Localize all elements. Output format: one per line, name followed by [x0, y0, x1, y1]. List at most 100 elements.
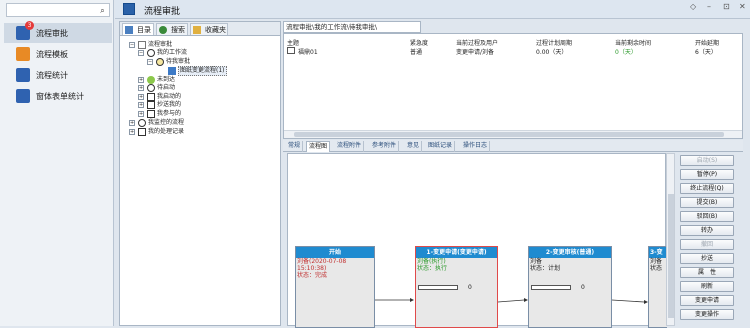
task-grid: 主题 紧急度 当前过程及用户 过程计划周期 当前剩余时间 开始延期 福鼎01 普…: [283, 33, 743, 139]
page-title: 流程审批: [144, 7, 181, 17]
doc-icon: [147, 93, 155, 101]
tab-label: 目录: [137, 26, 151, 34]
detail-tabs: 常规 流程图 流程附件 参考附件 意见 图纸记录 操作日志: [283, 140, 743, 152]
tab-flowchart[interactable]: 流程图: [306, 141, 331, 152]
maximize-button[interactable]: ⊡: [723, 2, 730, 11]
tab-opinions[interactable]: 意见: [405, 141, 423, 152]
magnifier-icon: [159, 26, 167, 34]
workflow-icon: [147, 49, 155, 57]
progress-bar: [531, 285, 571, 290]
flow-node-start[interactable]: 开始 刘备(2020-07-08 15:10:38) 状态：完成: [295, 246, 375, 328]
tab-label: 搜索: [171, 26, 185, 34]
tab-directory[interactable]: 目录: [122, 23, 154, 35]
main-panel: 流程审批\我的工作流\待我审批\ 主题 紧急度 当前过程及用户 过程计划周期 当…: [283, 21, 750, 328]
sidebar-item-label: 流程模板: [36, 49, 68, 59]
tree-node-label: 抄送我的: [157, 101, 182, 108]
change-request-button[interactable]: 变更申请: [680, 295, 734, 306]
transfer-button[interactable]: 转办: [680, 225, 734, 236]
vertical-scrollbar[interactable]: [666, 153, 675, 326]
tree-node-label: 我参与的: [157, 110, 182, 117]
tab-references[interactable]: 参考附件: [370, 141, 400, 152]
search-input[interactable]: ⌕: [6, 3, 110, 17]
clock-icon: [156, 58, 164, 66]
tab-drawing-records[interactable]: 图纸记录: [426, 141, 456, 152]
sidebar-item-approval[interactable]: 3 流程审批: [4, 21, 112, 43]
node-line: 状态: [650, 265, 663, 272]
node-line: 刘备(执行): [417, 258, 446, 265]
tab-label: 收藏夹: [205, 26, 226, 34]
doc-icon: [138, 41, 146, 49]
left-nav: ⌕ 3 流程审批 流程模板 流程统计 窗体表单统计: [0, 0, 114, 326]
cc-button[interactable]: 抄送: [680, 253, 734, 264]
approval-icon: 3: [16, 21, 34, 40]
tree-panel: 目录 搜索 收藏夹 − 流程审批 − 我的工作流 − 待我审批 图纸变更流程(1) +…: [119, 21, 281, 326]
reject-button[interactable]: 驳回(B): [680, 211, 734, 222]
tree-node-label: 我监控的流程: [148, 119, 185, 126]
node-title: 2-变更审核(普通): [529, 247, 611, 258]
column-header[interactable]: 开始延期: [695, 38, 719, 47]
folder-icon: [125, 26, 133, 34]
sidebar-item-label: 流程审批: [36, 28, 68, 38]
form-icon: [16, 89, 30, 103]
tab-logs[interactable]: 操作日志: [461, 141, 491, 152]
notification-badge: 3: [25, 21, 34, 30]
tab-search[interactable]: 搜索: [156, 23, 188, 35]
properties-button[interactable]: 属 性: [680, 267, 734, 278]
tree-node-label: 待我审批: [166, 58, 191, 65]
sidebar-item-label: 窗体表单统计: [36, 91, 84, 101]
column-header[interactable]: 当前过程及用户: [456, 38, 498, 47]
cell-remaining: 0（天）: [615, 49, 637, 56]
flow-node-3[interactable]: 3-变 刘备 状态: [648, 246, 667, 328]
tree-node-label: 待启动: [157, 84, 176, 91]
sidebar-item-templates[interactable]: 流程模板: [4, 44, 112, 64]
template-icon: [16, 47, 30, 61]
node-line: 状态：计划: [530, 265, 561, 272]
close-button[interactable]: ✕: [739, 2, 746, 11]
node-line: 刘备: [650, 258, 663, 265]
flow-canvas[interactable]: 开始 刘备(2020-07-08 15:10:38) 状态：完成 1-变更申请(…: [287, 153, 667, 328]
node-line: 状态：完成: [297, 272, 328, 279]
eye-icon: [138, 119, 146, 127]
pin-icon[interactable]: ◇: [690, 2, 696, 11]
node-title: 开始: [296, 247, 374, 258]
sidebar-item-statistics[interactable]: 流程统计: [4, 65, 112, 85]
app-icon: [123, 3, 135, 15]
flow-node-change-review[interactable]: 2-变更审核(普通) 刘备 状态：计划 0: [528, 246, 612, 328]
breadcrumb: 流程审批\我的工作流\待我审批\: [283, 21, 421, 33]
arrow-icon: [147, 76, 155, 84]
search-icon[interactable]: ⌕: [97, 5, 108, 16]
refresh-button[interactable]: 刷新: [680, 281, 734, 292]
tab-general[interactable]: 常规: [286, 141, 304, 152]
submit-button[interactable]: 提交(B): [680, 197, 734, 208]
tree-node-label: 我启动的: [157, 93, 182, 100]
column-header[interactable]: 过程计划周期: [536, 38, 572, 47]
tree-node-label: 我的工作流: [157, 49, 188, 56]
progress-value: 0: [468, 284, 472, 291]
horizontal-scrollbar[interactable]: [284, 130, 742, 138]
tree-node-label: 图纸变更流程(1): [178, 66, 227, 76]
change-operation-button[interactable]: 变更操作: [680, 309, 734, 320]
clock-icon: [147, 84, 155, 92]
action-panel: 启动(S) 暂停(P) 终止流程(Q) 提交(B) 驳回(B) 转办 撤回 抄送…: [678, 153, 750, 326]
node-line: 状态：执行: [417, 265, 448, 272]
star-icon: [193, 26, 201, 34]
tab-favorites[interactable]: 收藏夹: [190, 23, 228, 35]
terminate-button[interactable]: 终止流程(Q): [680, 183, 734, 194]
column-header[interactable]: 主题: [287, 38, 299, 47]
flow-node-change-request[interactable]: 1-变更申请(变更申请) 刘备(执行) 状态：执行 0: [415, 246, 498, 328]
doc-icon: [147, 101, 155, 109]
cell-delay: 6（天）: [695, 49, 717, 56]
minimize-button[interactable]: –: [707, 2, 711, 11]
node-line: 刘备: [530, 258, 543, 265]
cell-cycle: 0.00（天）: [536, 49, 568, 56]
tab-attachments[interactable]: 流程附件: [335, 141, 365, 152]
pause-button[interactable]: 暂停(P): [680, 169, 734, 180]
cell-urgency: 普通: [410, 49, 423, 56]
column-header[interactable]: 紧急度: [410, 38, 428, 47]
tree-tabs: 目录 搜索 收藏夹: [120, 22, 280, 36]
start-button[interactable]: 启动(S): [680, 155, 734, 166]
column-header[interactable]: 当前剩余时间: [615, 38, 651, 47]
withdraw-button[interactable]: 撤回: [680, 239, 734, 250]
sidebar-item-form-stats[interactable]: 窗体表单统计: [4, 86, 112, 106]
checkbox[interactable]: [287, 47, 295, 54]
